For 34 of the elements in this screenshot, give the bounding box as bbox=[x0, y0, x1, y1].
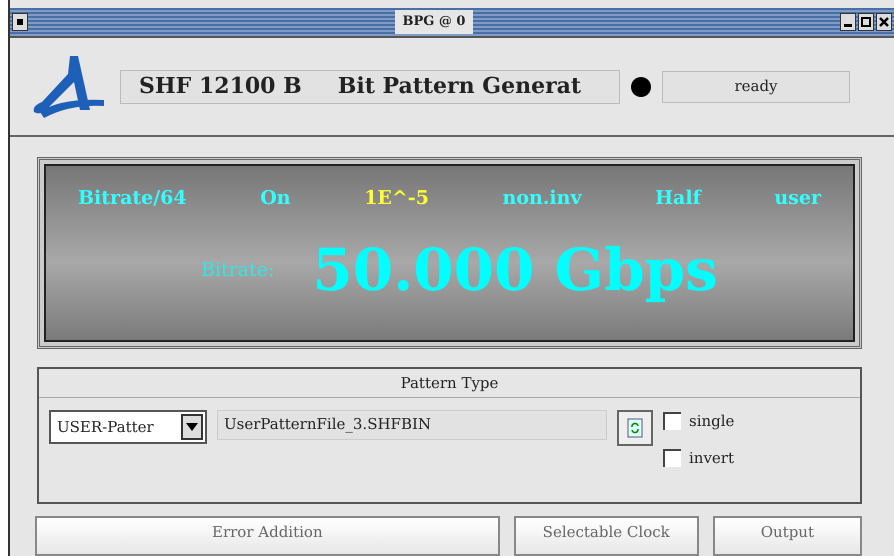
indicator-text: Bitrate/64 bbox=[78, 186, 187, 212]
section-header: Selectable Clock bbox=[514, 516, 699, 556]
maximize-button[interactable] bbox=[858, 12, 874, 31]
product-name: Bit Pattern Generat bbox=[338, 72, 582, 102]
close-icon bbox=[879, 16, 889, 27]
bitrate-value: 50.000 Gbps bbox=[312, 234, 718, 306]
indicator-text: 1E^-5 bbox=[364, 186, 429, 212]
reload-button[interactable] bbox=[617, 410, 653, 446]
minimize-button[interactable] bbox=[840, 12, 856, 31]
indicator-text: On bbox=[260, 186, 291, 212]
caret-icon bbox=[186, 423, 198, 432]
model-name: SHF 12100 B bbox=[139, 72, 302, 102]
checkbox-label: invert bbox=[689, 448, 734, 469]
checkbox[interactable] bbox=[663, 448, 681, 467]
pattern-dropdown[interactable]: USER-Patter bbox=[49, 410, 207, 444]
square-icon bbox=[17, 18, 23, 25]
window-title: BPG @ 0 bbox=[394, 10, 474, 34]
pattern-file-field[interactable]: UserPatternFile_3.SHFBIN bbox=[217, 410, 607, 440]
panel-title: Pattern Type bbox=[39, 368, 860, 398]
section-header: Error Addition bbox=[35, 516, 500, 556]
checkbox[interactable] bbox=[663, 412, 681, 430]
indicator-text: non.inv bbox=[502, 186, 582, 212]
close-button[interactable] bbox=[876, 12, 892, 31]
indicator-text: Half bbox=[655, 186, 701, 212]
refresh-file-icon bbox=[627, 418, 643, 438]
minimize-icon bbox=[844, 24, 852, 27]
indicator-text: user bbox=[774, 186, 821, 212]
section-header: Output bbox=[712, 516, 862, 556]
status-led-icon bbox=[630, 76, 652, 98]
maximize-icon bbox=[861, 16, 871, 27]
status-field: ready bbox=[662, 70, 850, 103]
checkbox-label: single bbox=[689, 411, 734, 432]
bitrate-label: Bitrate: bbox=[201, 258, 274, 284]
window-menu-button[interactable] bbox=[12, 12, 28, 31]
